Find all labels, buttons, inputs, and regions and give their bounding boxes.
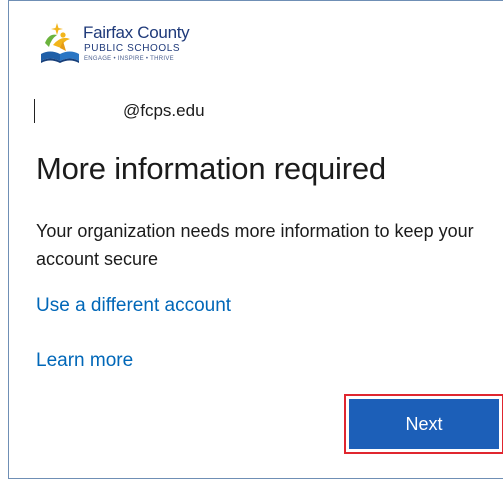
page-title: More information required <box>36 151 386 186</box>
logo-subtitle: PUBLIC SCHOOLS <box>84 43 181 54</box>
logo-tagline: ENGAGE • INSPIRE • THRIVE <box>84 56 174 62</box>
account-email: @fcps.edu <box>123 101 205 120</box>
logo-title: Fairfax County <box>83 23 190 42</box>
next-button[interactable]: Next <box>349 399 499 449</box>
learn-more-link[interactable]: Learn more <box>36 350 133 372</box>
fcps-logo-icon <box>41 23 79 63</box>
page-description: Your organization needs more information… <box>36 221 474 269</box>
redaction-cursor <box>34 99 35 123</box>
fcps-logo: Fairfax County PUBLIC SCHOOLS ENGAGE • I… <box>39 21 209 65</box>
signin-card: Fairfax County PUBLIC SCHOOLS ENGAGE • I… <box>8 0 503 479</box>
use-different-account-link[interactable]: Use a different account <box>36 295 231 317</box>
